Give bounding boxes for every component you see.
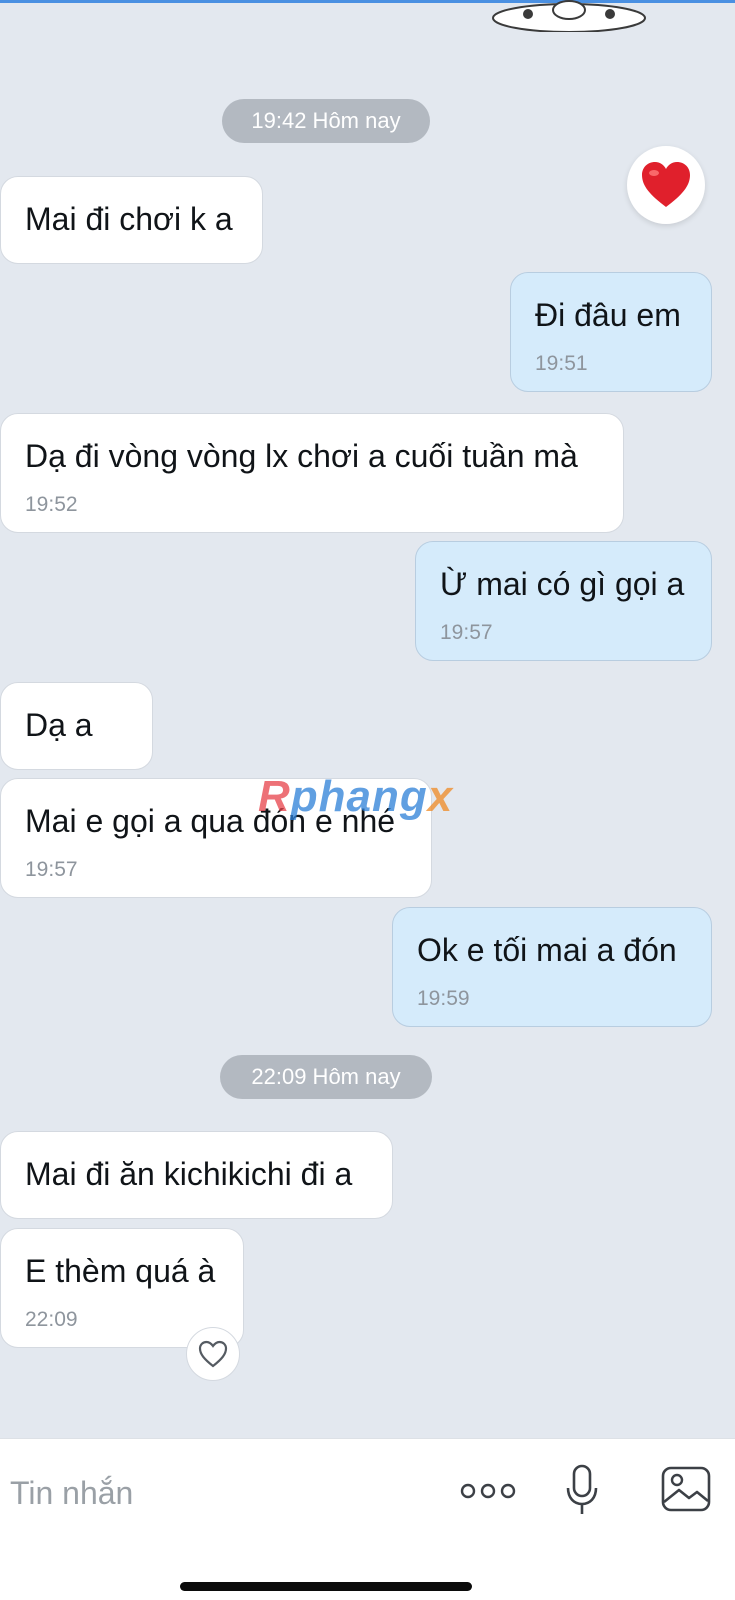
heart-outline-icon[interactable] xyxy=(186,1327,240,1381)
message-bubble-incoming[interactable]: Mai đi chơi k a xyxy=(0,176,263,264)
date-separator-label: 19:42 Hôm nay xyxy=(251,108,401,133)
message-text: Đi đâu em xyxy=(535,297,681,333)
message-bubble-incoming[interactable]: Dạ đi vòng vòng lx chơi a cuối tuần mà 1… xyxy=(0,413,624,533)
message-time: 19:57 xyxy=(440,621,493,644)
date-separator: 22:09 Hôm nay xyxy=(220,1055,432,1099)
message-text: Dạ a xyxy=(25,707,93,743)
message-time: 19:51 xyxy=(535,352,588,375)
message-time: 19:59 xyxy=(417,987,470,1010)
home-indicator xyxy=(180,1582,472,1591)
message-bubble-incoming[interactable]: Dạ a xyxy=(0,682,153,770)
message-text: E thèm quá à xyxy=(25,1253,216,1289)
message-text: Dạ đi vòng vòng lx chơi a cuối tuần mà xyxy=(25,438,578,474)
date-separator: 19:42 Hôm nay xyxy=(222,99,430,143)
message-text: Ừ mai có gì gọi a xyxy=(440,566,685,602)
message-time: 22:09 xyxy=(25,1308,78,1331)
sticker-image xyxy=(492,0,646,32)
message-bubble-outgoing[interactable]: Ừ mai có gì gọi a 19:57 xyxy=(415,541,712,661)
message-time: 19:52 xyxy=(25,493,78,516)
message-input[interactable] xyxy=(10,1467,430,1519)
microphone-icon[interactable] xyxy=(560,1461,604,1521)
message-text: Mai đi ăn kichikichi đi a xyxy=(25,1156,353,1192)
chat-screen: 19:42 Hôm nay Mai đi chơi k a Đi đâu em … xyxy=(0,0,735,1600)
heart-reaction-icon[interactable] xyxy=(627,146,705,224)
more-icon[interactable] xyxy=(458,1469,518,1513)
message-text: Ok e tối mai a đón xyxy=(417,932,677,968)
image-icon[interactable] xyxy=(660,1465,712,1513)
message-bubble-outgoing[interactable]: Ok e tối mai a đón 19:59 xyxy=(392,907,712,1027)
date-separator-label: 22:09 Hôm nay xyxy=(251,1064,401,1089)
message-composer xyxy=(0,1438,735,1600)
watermark-logo: Rphangx xyxy=(258,772,454,821)
message-text: Mai đi chơi k a xyxy=(25,201,233,237)
message-time: 19:57 xyxy=(25,858,78,881)
message-bubble-outgoing[interactable]: Đi đâu em 19:51 xyxy=(510,272,712,392)
message-bubble-incoming[interactable]: Mai đi ăn kichikichi đi a xyxy=(0,1131,393,1219)
